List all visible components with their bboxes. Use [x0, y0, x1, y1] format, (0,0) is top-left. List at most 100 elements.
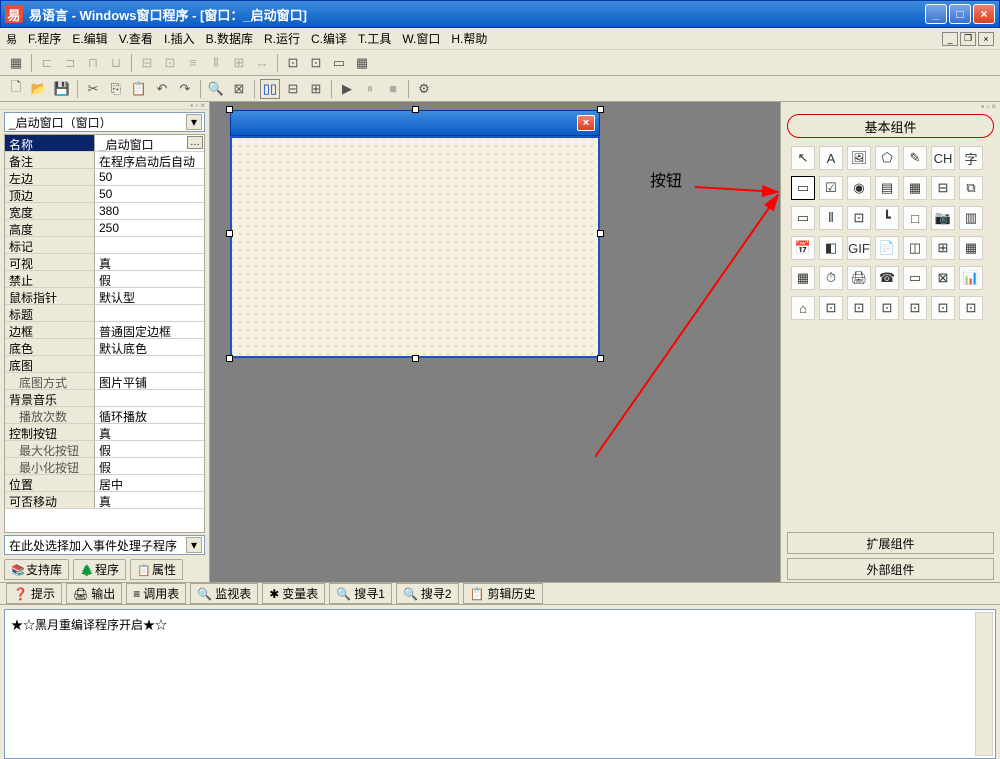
- resize-handle-se[interactable]: [597, 355, 604, 362]
- property-row[interactable]: 背景音乐: [5, 390, 204, 407]
- property-row[interactable]: 高度250: [5, 220, 204, 237]
- property-value[interactable]: [95, 237, 204, 253]
- resize-handle-e[interactable]: [597, 230, 604, 237]
- copy-icon[interactable]: ⎘: [106, 79, 126, 99]
- object-selector-combo[interactable]: _启动窗口（窗口）: [4, 112, 205, 132]
- palette-item-24[interactable]: 📄: [875, 236, 899, 260]
- palette-item-32[interactable]: ▭: [903, 266, 927, 290]
- palette-item-23[interactable]: GIF: [847, 236, 871, 260]
- property-value[interactable]: 真: [95, 254, 204, 270]
- palette-item-20[interactable]: ▥: [959, 206, 983, 230]
- property-value[interactable]: 250: [95, 220, 204, 236]
- event-selector-combo[interactable]: 在此处选择加入事件处理子程序: [4, 535, 205, 555]
- menu-window[interactable]: W.窗口: [397, 28, 445, 49]
- menu-compile[interactable]: C.编译: [306, 28, 352, 49]
- palette-item-21[interactable]: 📅: [791, 236, 815, 260]
- property-row[interactable]: 标记: [5, 237, 204, 254]
- maximize-button[interactable]: □: [949, 4, 971, 24]
- property-row[interactable]: 禁止假: [5, 271, 204, 288]
- palette-item-4[interactable]: ✎: [903, 146, 927, 170]
- layout3-icon[interactable]: ⊞: [306, 79, 326, 99]
- property-value[interactable]: 居中: [95, 475, 204, 491]
- palette-item-35[interactable]: ⌂: [791, 296, 815, 320]
- property-value[interactable]: 默认型: [95, 288, 204, 304]
- palette-item-2[interactable]: 🖼: [847, 146, 871, 170]
- palette-item-12[interactable]: ⊟: [931, 176, 955, 200]
- open-icon[interactable]: 📂: [29, 79, 49, 99]
- tab-hint[interactable]: ❓提示: [6, 583, 62, 604]
- palette-item-38[interactable]: ⊡: [875, 296, 899, 320]
- compile-icon[interactable]: ⚙: [414, 79, 434, 99]
- tab-callstack[interactable]: ≡调用表: [126, 583, 186, 604]
- palette-item-30[interactable]: 🖨: [847, 266, 871, 290]
- property-row[interactable]: 顶边50: [5, 186, 204, 203]
- palette-item-16[interactable]: ⊡: [847, 206, 871, 230]
- property-value[interactable]: _启动窗口…: [95, 135, 204, 151]
- run-icon[interactable]: ▶: [337, 79, 357, 99]
- close-win-icon[interactable]: ⊠: [229, 79, 249, 99]
- menu-edit[interactable]: E.编辑: [67, 28, 112, 49]
- test-icon[interactable]: ▭: [329, 53, 349, 73]
- property-value[interactable]: 假: [95, 271, 204, 287]
- mdi-close-button[interactable]: ×: [978, 32, 994, 46]
- property-value[interactable]: 在程序启动后自动: [95, 152, 204, 168]
- tab-properties[interactable]: 📋属性: [130, 559, 183, 580]
- property-value[interactable]: 循环播放: [95, 407, 204, 423]
- paste-icon[interactable]: 📋: [129, 79, 149, 99]
- palette-item-19[interactable]: 📷: [931, 206, 955, 230]
- property-row[interactable]: 底图方式图片平铺: [5, 373, 204, 390]
- property-row[interactable]: 最大化按钮假: [5, 441, 204, 458]
- palette-item-22[interactable]: ◧: [819, 236, 843, 260]
- property-row[interactable]: 底图: [5, 356, 204, 373]
- palette-item-13[interactable]: ⧉: [959, 176, 983, 200]
- property-value[interactable]: [95, 356, 204, 372]
- tab-program[interactable]: 🌲程序: [73, 559, 126, 580]
- palette-item-8[interactable]: ☑: [819, 176, 843, 200]
- palette-item-1[interactable]: A: [819, 146, 843, 170]
- tab-search1[interactable]: 🔍搜寻1: [329, 583, 392, 604]
- palette-item-29[interactable]: ⏱: [819, 266, 843, 290]
- property-row[interactable]: 最小化按钮假: [5, 458, 204, 475]
- layout1-icon[interactable]: ▯▯: [260, 79, 280, 99]
- find-icon[interactable]: 🔍: [206, 79, 226, 99]
- property-value[interactable]: [95, 390, 204, 406]
- property-row[interactable]: 备注在程序启动后自动: [5, 152, 204, 169]
- palette-item-26[interactable]: ⊞: [931, 236, 955, 260]
- palette-item-17[interactable]: ┗: [875, 206, 899, 230]
- property-value[interactable]: 普通固定边框: [95, 322, 204, 338]
- design-form-close-icon[interactable]: ×: [577, 115, 595, 131]
- tab-output[interactable]: 🖨输出: [66, 583, 122, 604]
- property-value[interactable]: 图片平铺: [95, 373, 204, 389]
- palette-item-39[interactable]: ⊡: [903, 296, 927, 320]
- undo-icon[interactable]: ↶: [152, 79, 172, 99]
- ellipsis-button[interactable]: …: [187, 136, 203, 149]
- mdi-min-button[interactable]: _: [942, 32, 958, 46]
- tab-clipboard[interactable]: 📋剪辑历史: [463, 583, 543, 604]
- menu-help[interactable]: H.帮助: [446, 28, 492, 49]
- design-form[interactable]: ×: [230, 110, 600, 358]
- property-value[interactable]: 假: [95, 441, 204, 457]
- palette-item-18[interactable]: □: [903, 206, 927, 230]
- property-value[interactable]: [95, 305, 204, 321]
- palette-item-10[interactable]: ▤: [875, 176, 899, 200]
- palette-item-7[interactable]: ▭: [791, 176, 815, 200]
- lock-icon[interactable]: ⊡: [306, 53, 326, 73]
- property-value[interactable]: 真: [95, 492, 204, 508]
- grid-icon[interactable]: ▦: [6, 53, 26, 73]
- design-form-body[interactable]: [230, 136, 600, 358]
- palette-item-37[interactable]: ⊡: [847, 296, 871, 320]
- property-row[interactable]: 标题: [5, 305, 204, 322]
- palette-item-28[interactable]: ▦: [791, 266, 815, 290]
- property-row[interactable]: 位置居中: [5, 475, 204, 492]
- property-row[interactable]: 鼠标指针默认型: [5, 288, 204, 305]
- palette-item-34[interactable]: 📊: [959, 266, 983, 290]
- new-icon[interactable]: 🗋: [6, 79, 26, 99]
- tab-order-icon[interactable]: ⊡: [283, 53, 303, 73]
- mdi-restore-button[interactable]: ❐: [960, 32, 976, 46]
- palette-item-15[interactable]: ⫴: [819, 206, 843, 230]
- palette-item-36[interactable]: ⊡: [819, 296, 843, 320]
- property-value[interactable]: 真: [95, 424, 204, 440]
- palette-item-6[interactable]: 字: [959, 146, 983, 170]
- property-value[interactable]: 默认底色: [95, 339, 204, 355]
- tab-extended-components[interactable]: 扩展组件: [787, 532, 994, 554]
